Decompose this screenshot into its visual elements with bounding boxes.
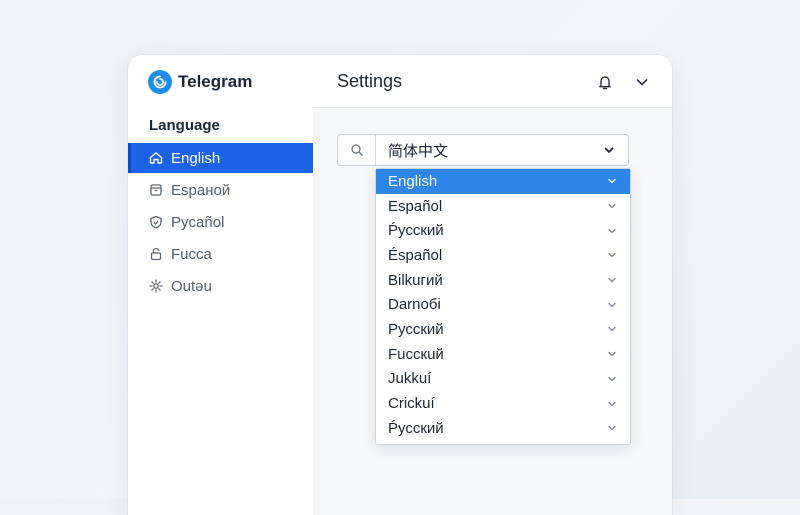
sidebar-item-label: English: [171, 149, 221, 167]
chevron-down-icon: [606, 398, 618, 410]
option-label: Ṕусский: [388, 222, 444, 240]
option-english[interactable]: English: [376, 169, 630, 194]
option-item[interactable]: Ṕусский: [376, 416, 630, 441]
option-label: Fucскuй: [388, 345, 444, 363]
option-item[interactable]: Crickuí: [376, 391, 630, 416]
chevron-down-icon: [606, 274, 618, 286]
sidebar-item-fucca[interactable]: Fucca: [128, 239, 313, 269]
option-label: Darnoбi: [388, 296, 441, 314]
sidebar-item-label: Espaной: [171, 181, 231, 199]
section-title-language: Language: [149, 117, 220, 134]
chevron-down-icon: [606, 200, 618, 212]
box-icon: [148, 182, 164, 198]
sidebar-item-other[interactable]: Outəu: [128, 271, 313, 301]
chevron-down-icon: [606, 323, 618, 335]
telegram-logo-icon: [148, 70, 172, 94]
option-label: Bilkuгий: [388, 271, 443, 289]
chevron-down-icon: [606, 175, 618, 187]
option-item[interactable]: Jukkuí: [376, 367, 630, 392]
home-icon: [148, 150, 164, 166]
chevron-down-icon: [606, 249, 618, 261]
sidebar-nav: English Espaной Рycañol Fucca Outəu: [128, 143, 313, 303]
chevron-down-icon: [606, 348, 618, 360]
option-item[interactable]: Ṕусский: [376, 218, 630, 243]
bell-icon[interactable]: [596, 73, 614, 91]
sidebar-item-espanol[interactable]: Espaной: [128, 175, 313, 205]
page-title: Settings: [337, 71, 403, 91]
shield-icon: [148, 214, 164, 230]
option-item[interactable]: Darnoбi: [376, 292, 630, 317]
sidebar-item-label: Outəu: [171, 277, 212, 295]
option-label: Jukkuí: [388, 370, 432, 388]
option-item[interactable]: Русский: [376, 317, 630, 342]
option-label: English: [388, 172, 438, 190]
option-item[interactable]: Fucскuй: [376, 342, 630, 367]
option-label: Español: [388, 197, 443, 215]
sidebar-item-russian[interactable]: Рycañol: [128, 207, 313, 237]
chevron-down-icon: [606, 299, 618, 311]
option-item[interactable]: Éspañol: [376, 243, 630, 268]
language-select[interactable]: 简体中文: [337, 134, 629, 166]
chevron-down-icon: [606, 373, 618, 385]
brand: Telegram: [148, 69, 252, 95]
chevron-down-icon[interactable]: [633, 73, 651, 91]
main-header: Settings: [313, 55, 672, 108]
chevron-down-icon: [606, 422, 618, 434]
sidebar-item-english[interactable]: English: [128, 143, 313, 173]
option-item[interactable]: Español: [376, 194, 630, 219]
option-label: Ṕусский: [388, 419, 444, 437]
app-window: Telegram Language English Espaной Рycaño…: [128, 55, 672, 515]
sidebar-item-label: Рycañol: [171, 213, 225, 231]
option-label: Русский: [388, 320, 444, 338]
option-label: Éspañol: [388, 246, 443, 264]
app-name: Telegram: [178, 72, 253, 91]
sidebar-item-label: Fucca: [171, 245, 212, 263]
option-item[interactable]: Bilkuгий: [376, 268, 630, 293]
language-dropdown: English Español Ṕусский Éspañol Bilkuгий…: [375, 168, 631, 445]
chevron-down-icon: [606, 225, 618, 237]
select-value: 简体中文: [388, 142, 449, 160]
search-icon[interactable]: [338, 135, 376, 165]
main-panel: Settings 简体中文 English Español Ṕусский És…: [313, 55, 672, 515]
lock-icon: [148, 246, 164, 262]
sidebar: Telegram Language English Espaной Рycaño…: [128, 55, 314, 515]
chevron-down-icon: [602, 143, 616, 157]
gear-icon: [148, 278, 164, 294]
option-label: Crickuí: [388, 395, 435, 413]
